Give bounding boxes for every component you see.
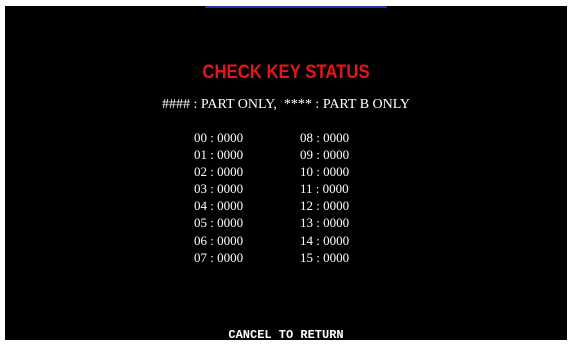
key-status-row: 01 : 0000 — [194, 147, 244, 163]
key-status-row: 11 : 0000 — [300, 181, 349, 197]
key-status-row: 09 : 0000 — [300, 147, 350, 163]
key-value: 0000 — [323, 232, 350, 248]
key-id: 01 — [194, 147, 207, 163]
key-status-row: 00 : 0000 — [194, 130, 244, 145]
key-value: 0000 — [323, 147, 350, 163]
key-status-row: 08 : 0000 — [300, 130, 350, 145]
key-value: 0000 — [217, 232, 244, 248]
top-accent-bar — [205, 6, 387, 8]
key-id: 09 — [300, 147, 313, 163]
key-id: 04 — [194, 198, 207, 214]
key-id: 12 — [300, 198, 313, 214]
key-id: 08 — [300, 130, 313, 145]
key-status-row: 14 : 0000 — [300, 232, 350, 248]
key-status-row: 13 : 0000 — [300, 215, 350, 231]
key-id: 02 — [194, 164, 207, 180]
key-status-row: 15 : 0000 — [300, 249, 350, 265]
screen-title: CHECK KEY STATUS — [202, 62, 370, 83]
key-status-column-left: 00 : 0000 01 : 0000 02 : 0000 03 : 0000 … — [194, 129, 243, 266]
key-value: 0000 — [217, 164, 244, 180]
key-status-row: 06 : 0000 — [194, 232, 244, 248]
key-id: 13 — [300, 215, 313, 231]
key-value: 0000 — [217, 249, 244, 265]
test-mode-screen: CHECK KEY STATUS #### : PART ONLY, **** … — [5, 6, 567, 342]
key-value: 0000 — [217, 130, 244, 145]
key-id: 00 — [194, 130, 207, 145]
key-value: 0000 — [323, 215, 350, 231]
key-status-row: 12 : 0000 — [300, 198, 350, 214]
key-status-row: 02 : 0000 — [194, 164, 244, 180]
key-value: 0000 — [323, 249, 350, 265]
key-id: 05 — [194, 215, 207, 231]
window-frame: CHECK KEY STATUS #### : PART ONLY, **** … — [0, 0, 573, 345]
legend-text: #### : PART ONLY, **** : PART B ONLY — [161, 97, 411, 112]
key-value: 0000 — [323, 164, 350, 180]
key-id: 14 — [300, 232, 313, 248]
key-value: 0000 — [217, 181, 244, 197]
key-status-row: 10 : 0000 — [300, 164, 350, 180]
key-value: 0000 — [322, 181, 349, 197]
key-status-row: 04 : 0000 — [194, 198, 244, 214]
key-status-row: 05 : 0000 — [194, 215, 244, 231]
cancel-to-return-prompt: CANCEL TO RETURN — [228, 328, 344, 342]
key-id: 10 — [300, 164, 313, 180]
key-id: 07 — [194, 249, 207, 265]
key-value: 0000 — [217, 215, 244, 231]
key-value: 0000 — [323, 130, 350, 145]
key-id: 15 — [300, 249, 313, 265]
key-value: 0000 — [217, 198, 244, 214]
key-status-column-right: 08 : 0000 09 : 0000 10 : 0000 11 : 0000 … — [300, 129, 349, 266]
key-id: 11 — [300, 181, 313, 197]
key-id: 03 — [194, 181, 207, 197]
key-status-row: 03 : 0000 — [194, 181, 244, 197]
key-status-row: 07 : 0000 — [194, 249, 244, 265]
key-id: 06 — [194, 232, 207, 248]
key-value: 0000 — [217, 147, 244, 163]
key-value: 0000 — [323, 198, 350, 214]
